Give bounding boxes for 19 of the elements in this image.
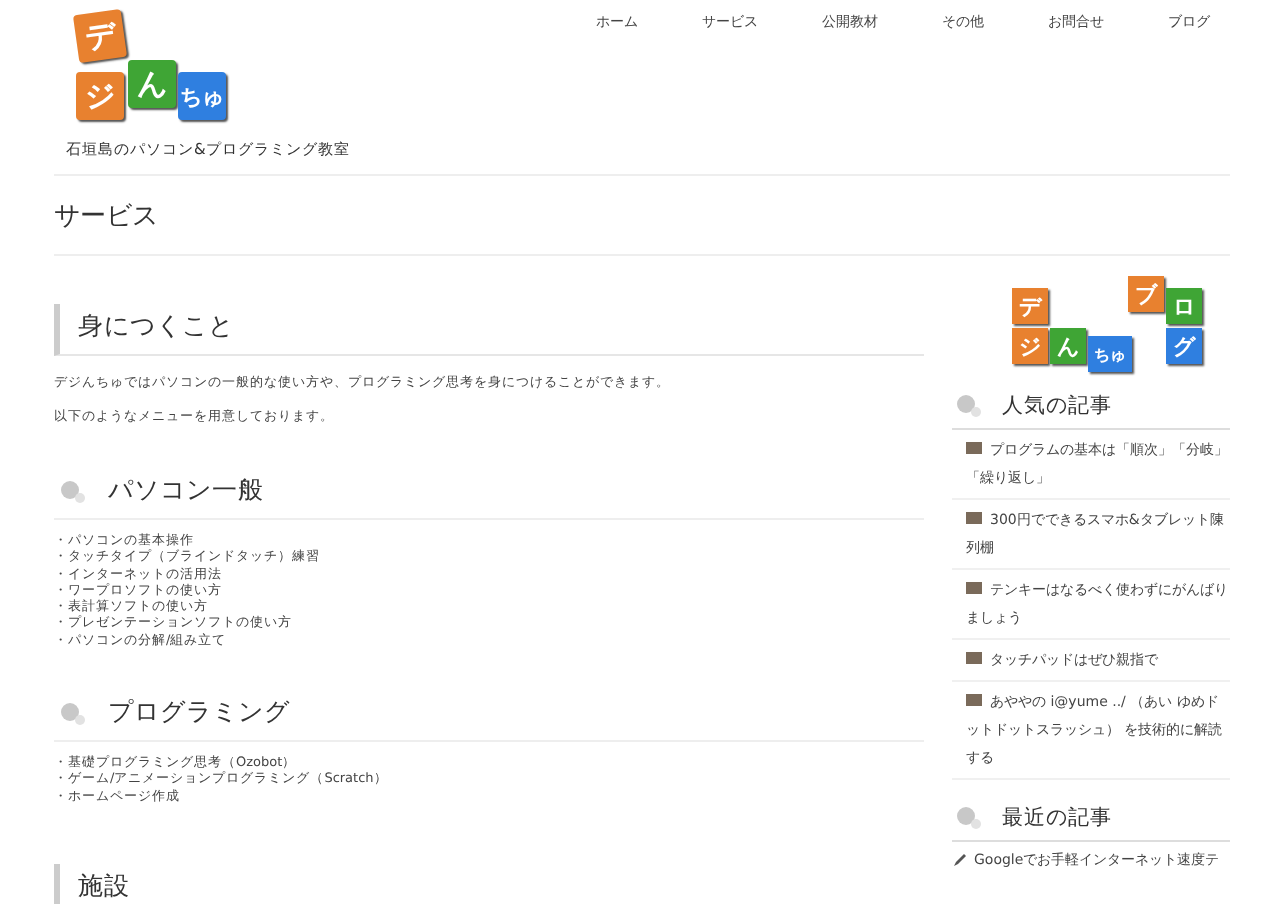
logo-drawing[interactable]: デ ジ ん ちゅ (68, 12, 240, 128)
thumbnail-placeholder (966, 652, 982, 664)
dots-icon (60, 479, 88, 503)
section-heading: パソコン一般 (108, 474, 264, 508)
pencil-icon (952, 852, 968, 868)
dots-icon (60, 701, 88, 726)
dots-icon (956, 806, 984, 830)
blog-logo-drawing[interactable]: デ ジ ん ちゅ ブ ロ グ (1012, 276, 1204, 368)
thumbnail-placeholder (966, 694, 982, 706)
section-heading: 身につくこと (54, 304, 924, 356)
thumbnail-placeholder (966, 512, 982, 524)
thumbnail-placeholder (966, 442, 982, 454)
widget-heading: 人気の記事 (1002, 392, 1112, 420)
section-heading: 施設 (54, 863, 924, 904)
section-heading: プログラミング (108, 696, 290, 731)
thumbnail-placeholder (966, 582, 982, 594)
dots-icon (956, 394, 984, 418)
page-title: サービス (54, 200, 160, 236)
widget-heading: 最近の記事 (1002, 804, 1112, 832)
